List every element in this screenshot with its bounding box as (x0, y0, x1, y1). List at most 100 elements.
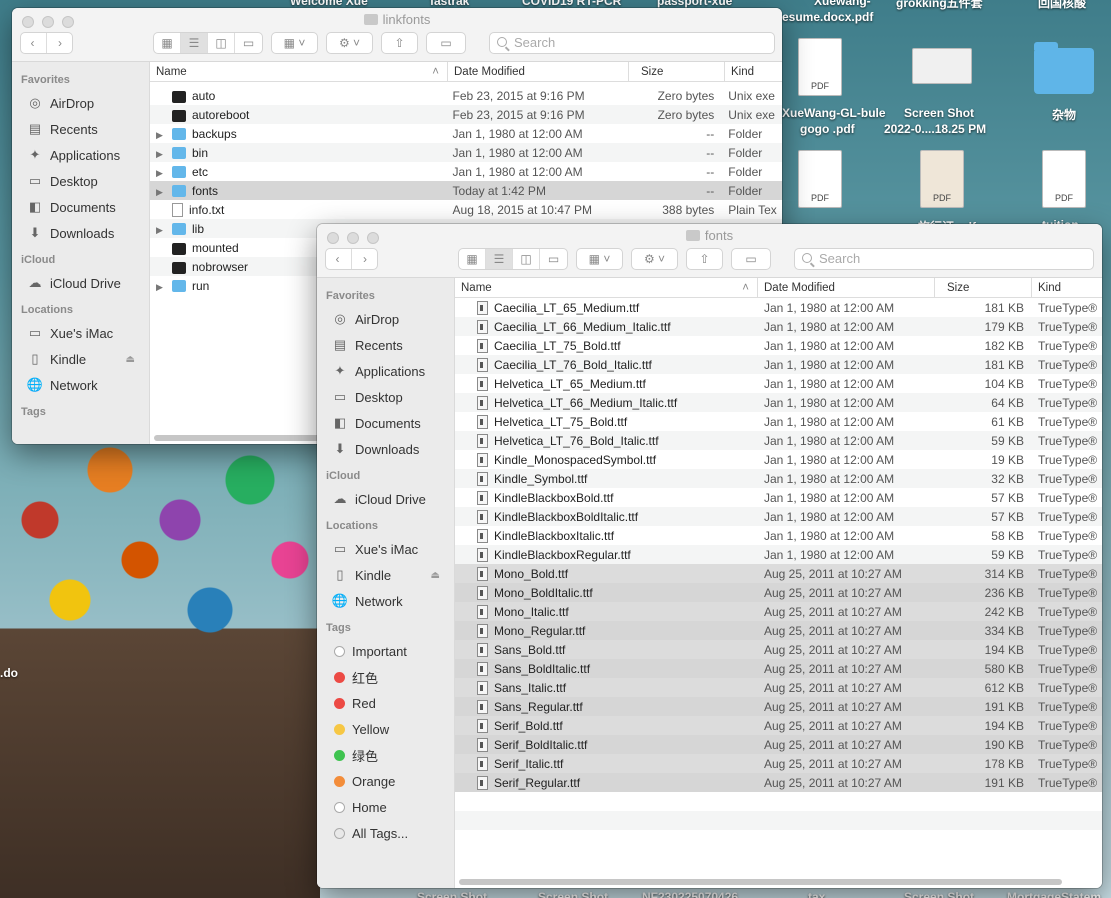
table-row[interactable]: Serif_Regular.ttf Aug 25, 2011 at 10:27 A… (455, 773, 1102, 792)
sidebar-item-kindle[interactable]: ▯ Kindle ⏏ (12, 346, 149, 372)
tag-button[interactable]: ▭ (426, 32, 466, 54)
horizontal-scrollbar[interactable] (459, 879, 1062, 885)
column-view-button[interactable]: ◫ (208, 33, 235, 53)
sidebar-tag-item[interactable]: Home (317, 794, 454, 820)
table-row[interactable]: Sans_Regular.ttf Aug 25, 2011 at 10:27 AM… (455, 697, 1102, 716)
table-row[interactable]: KindleBlackboxBold.ttf Jan 1, 1980 at 12:… (455, 488, 1102, 507)
table-row[interactable]: KindleBlackboxBoldItalic.ttf Jan 1, 1980 … (455, 507, 1102, 526)
desktop-label-passport[interactable]: passport-xue (657, 0, 732, 8)
table-row[interactable]: Mono_Regular.ttf Aug 25, 2011 at 10:27 AM… (455, 621, 1102, 640)
desktop-label-resume[interactable]: esume.docx.pdf (782, 10, 873, 24)
table-row[interactable]: Caecilia_LT_66_Medium_Italic.ttf Jan 1, 1… (455, 317, 1102, 336)
disclosure-triangle-icon[interactable]: ▶ (156, 130, 168, 141)
pdf-file-icon[interactable]: PDF (798, 38, 842, 96)
table-row[interactable]: Caecilia_LT_65_Medium.ttf Jan 1, 1980 at … (455, 298, 1102, 317)
sidebar-tag-item[interactable]: Important (317, 638, 454, 664)
table-row[interactable]: Kindle_MonospacedSymbol.ttf Jan 1, 1980 a… (455, 450, 1102, 469)
sidebar-tag-item[interactable]: Red (317, 690, 454, 716)
sidebar-item-kindle[interactable]: ▯ Kindle ⏏ (317, 562, 454, 588)
column-header-name[interactable]: Name ˄ (150, 62, 448, 81)
sidebar-tag-item[interactable]: All Tags... (317, 820, 454, 846)
sidebar-item-downloads[interactable]: ⬇ Downloads (317, 436, 454, 462)
sidebar-item-downloads[interactable]: ⬇ Downloads (12, 220, 149, 246)
sidebar-item-documents[interactable]: ◧ Documents (317, 410, 454, 436)
sidebar-item-applications[interactable]: ✦ Applications (12, 142, 149, 168)
table-row[interactable]: Serif_Italic.ttf Aug 25, 2011 at 10:27 AM… (455, 754, 1102, 773)
column-header-kind[interactable]: Kind (1032, 278, 1102, 297)
desktop-label-welcome[interactable]: Welcome Xue (290, 0, 368, 8)
disclosure-triangle-icon[interactable]: ▶ (156, 282, 168, 293)
screenshot-file-icon[interactable] (912, 48, 972, 84)
search-field[interactable]: Search (489, 32, 775, 54)
table-row[interactable]: auto Feb 23, 2015 at 9:16 PM Zero bytes Uni… (150, 86, 782, 105)
sidebar-item-icloud-drive[interactable]: ☁ iCloud Drive (317, 486, 454, 512)
desktop-label-bottom-6[interactable]: MortgageStatem (1007, 890, 1101, 898)
share-button[interactable]: ⇧ (381, 32, 418, 54)
eject-icon[interactable]: ⏏ (431, 570, 440, 581)
desktop-label-xuewang[interactable]: Xuewang- (814, 0, 871, 8)
column-header-kind[interactable]: Kind (725, 62, 782, 81)
desktop-label-screenshot2[interactable]: 2022-0....18.25 PM (884, 122, 986, 136)
action-button[interactable]: ⚙ ˅ (631, 248, 678, 270)
disclosure-triangle-icon[interactable]: ▶ (156, 187, 168, 198)
tag-button[interactable]: ▭ (731, 248, 771, 270)
table-row[interactable]: info.txt Aug 18, 2015 at 10:47 PM 388 byte… (150, 200, 782, 219)
sidebar-item-network[interactable]: 🌐 Network (12, 372, 149, 398)
desktop-label-grokking[interactable]: grokking五件套 (896, 0, 983, 11)
table-row[interactable]: Mono_Italic.ttf Aug 25, 2011 at 10:27 AM 2… (455, 602, 1102, 621)
desktop-label-gogo1[interactable]: XueWang-GL-bule (782, 106, 886, 120)
desktop-label-bottom-3[interactable]: NF230225070426 (642, 890, 738, 898)
desktop-label-bottom-5[interactable]: Screen Shot (904, 890, 974, 898)
table-row[interactable]: KindleBlackboxItalic.ttf Jan 1, 1980 at 1… (455, 526, 1102, 545)
desktop-label-bottom-2[interactable]: Screen Shot (538, 890, 608, 898)
sidebar-item-desktop[interactable]: ▭ Desktop (317, 384, 454, 410)
sidebar-item-documents[interactable]: ◧ Documents (12, 194, 149, 220)
sidebar-item-imac[interactable]: ▭ Xue's iMac (317, 536, 454, 562)
column-header-size[interactable]: Size (935, 278, 1032, 297)
sidebar-item-network[interactable]: 🌐 Network (317, 588, 454, 614)
list-view-button[interactable]: ☰ (486, 249, 513, 269)
folder-icon[interactable] (1034, 42, 1094, 94)
table-row[interactable]: Sans_BoldItalic.ttf Aug 25, 2011 at 10:27… (455, 659, 1102, 678)
table-row[interactable]: Kindle_Symbol.ttf Jan 1, 1980 at 12:00 AM… (455, 469, 1102, 488)
column-header-name[interactable]: Name ˄ (455, 278, 758, 297)
gallery-view-button[interactable]: ▭ (235, 33, 262, 53)
sidebar-tag-item[interactable]: 红色 (317, 664, 454, 690)
pdf-file-icon[interactable]: PDF (920, 150, 964, 208)
sidebar-tag-item[interactable]: 绿色 (317, 742, 454, 768)
desktop-label-bottom-4[interactable]: tax (808, 890, 825, 898)
desktop-label-covid[interactable]: COVID19 RT-PCR (522, 0, 621, 8)
back-button[interactable]: ‹ (20, 33, 47, 53)
table-row[interactable]: Sans_Bold.ttf Aug 25, 2011 at 10:27 AM 194… (455, 640, 1102, 659)
table-row[interactable]: Sans_Italic.ttf Aug 25, 2011 at 10:27 AM 6… (455, 678, 1102, 697)
desktop-label-zawu[interactable]: 杂物 (1052, 106, 1076, 123)
table-row[interactable]: Helvetica_LT_66_Medium_Italic.ttf Jan 1, … (455, 393, 1102, 412)
sidebar-item-recents[interactable]: ▤ Recents (12, 116, 149, 142)
column-header-date[interactable]: Date Modified (448, 62, 629, 81)
gallery-view-button[interactable]: ▭ (540, 249, 567, 269)
table-row[interactable]: Caecilia_LT_76_Bold_Italic.ttf Jan 1, 198… (455, 355, 1102, 374)
disclosure-triangle-icon[interactable]: ▶ (156, 225, 168, 236)
sidebar-item-applications[interactable]: ✦ Applications (317, 358, 454, 384)
table-row[interactable]: Caecilia_LT_75_Bold.ttf Jan 1, 1980 at 12… (455, 336, 1102, 355)
table-row[interactable]: Helvetica_LT_75_Bold.ttf Jan 1, 1980 at 1… (455, 412, 1102, 431)
table-row[interactable]: ▶ bin Jan 1, 1980 at 12:00 AM -- Folder (150, 143, 782, 162)
finder-window-fonts[interactable]: fonts ‹ › ▦ ☰ ◫ ▭ ▦ ˅ ⚙ ˅ ⇧ ▭ Search Favorit… (317, 224, 1102, 888)
list-view-button[interactable]: ☰ (181, 33, 208, 53)
forward-button[interactable]: › (47, 33, 74, 53)
desktop-label-do[interactable]: .do (0, 666, 18, 680)
share-button[interactable]: ⇧ (686, 248, 723, 270)
table-row[interactable]: Mono_BoldItalic.ttf Aug 25, 2011 at 10:27… (455, 583, 1102, 602)
eject-icon[interactable]: ⏏ (126, 354, 135, 365)
disclosure-triangle-icon[interactable]: ▶ (156, 149, 168, 160)
forward-button[interactable]: › (352, 249, 379, 269)
column-view-button[interactable]: ◫ (513, 249, 540, 269)
pdf-file-icon[interactable]: PDF (798, 150, 842, 208)
back-button[interactable]: ‹ (325, 249, 352, 269)
table-row[interactable]: ▶ fonts Today at 1:42 PM -- Folder (150, 181, 782, 200)
table-row[interactable]: Helvetica_LT_65_Medium.ttf Jan 1, 1980 at… (455, 374, 1102, 393)
table-row[interactable]: ▶ etc Jan 1, 1980 at 12:00 AM -- Folder (150, 162, 782, 181)
pdf-file-icon[interactable]: PDF (1042, 150, 1086, 208)
search-field[interactable]: Search (794, 248, 1094, 270)
icon-view-button[interactable]: ▦ (459, 249, 486, 269)
